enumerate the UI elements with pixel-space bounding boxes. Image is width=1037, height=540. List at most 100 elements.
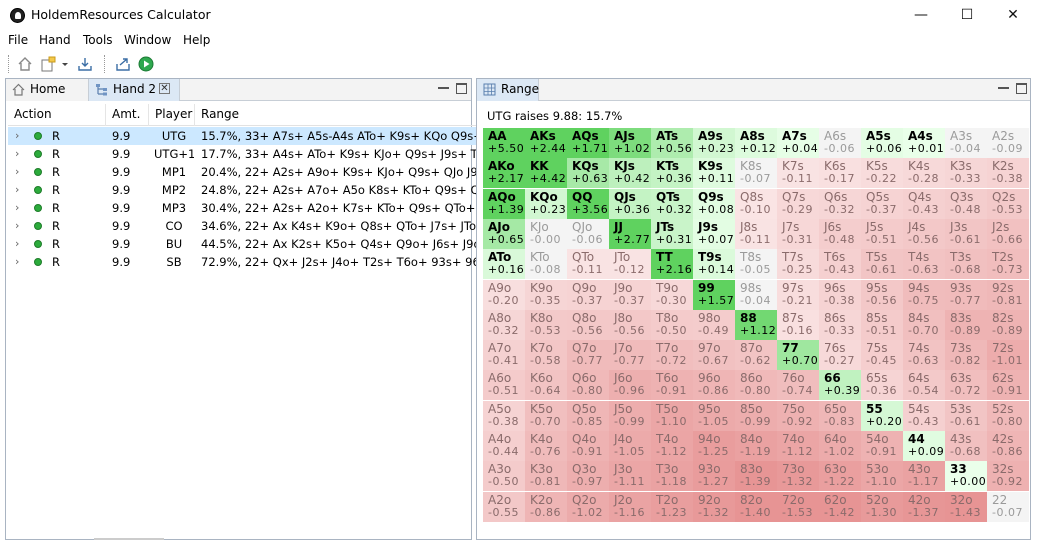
hand-cell[interactable]: 54o -0.91	[861, 431, 903, 461]
hand-cell[interactable]: 98o -0.49	[693, 309, 735, 340]
hand-cell[interactable]: Q9o -0.37	[567, 279, 609, 310]
hand-cell[interactable]: T4s -0.63	[903, 249, 945, 280]
hand-cell[interactable]: 33 +0.00	[945, 461, 987, 492]
hand-cell[interactable]: KTo -0.08	[525, 249, 567, 280]
hand-cell[interactable]: 53s -0.61	[945, 400, 987, 431]
hand-cell[interactable]: JTs +0.31	[651, 218, 693, 249]
column-player[interactable]: Player	[149, 104, 195, 126]
hand-cell[interactable]: KQs +0.63	[567, 158, 609, 189]
hand-cell[interactable]: A3s -0.04	[945, 128, 987, 158]
hand-cell[interactable]: J9o -0.37	[609, 279, 651, 310]
hand-cell[interactable]: QJo -0.06	[567, 218, 609, 249]
hand-cell[interactable]: J4o -1.05	[609, 431, 651, 461]
hand-cell[interactable]: 99 +1.57	[693, 279, 735, 310]
column-range[interactable]: Range	[195, 104, 476, 126]
hand-cell[interactable]: 85o -0.99	[735, 400, 777, 431]
hand-cell[interactable]: K5s -0.22	[861, 158, 903, 189]
hand-cell[interactable]: 62s -0.91	[987, 370, 1029, 401]
hand-cell[interactable]: A2o -0.55	[483, 491, 525, 522]
tab-range[interactable]: Range	[477, 79, 539, 101]
hand-cell[interactable]: 54s -0.43	[903, 400, 945, 431]
hand-cell[interactable]: J6s -0.48	[819, 218, 861, 249]
menu-tools[interactable]: Tools	[83, 33, 113, 47]
hand-cell[interactable]: 97o -0.67	[693, 340, 735, 371]
hand-cell[interactable]: 76s -0.27	[819, 340, 861, 371]
hand-cell[interactable]: A7s +0.04	[777, 128, 819, 158]
hand-cell[interactable]: A5o -0.38	[483, 400, 525, 431]
hand-cell[interactable]: 43o -1.17	[903, 461, 945, 492]
hand-cell[interactable]: T6s -0.43	[819, 249, 861, 280]
hand-cell[interactable]: 65s -0.36	[861, 370, 903, 401]
hand-cell[interactable]: 75s -0.45	[861, 340, 903, 371]
new-hand-icon[interactable]	[40, 56, 56, 72]
hand-cell[interactable]: 94s -0.75	[903, 279, 945, 310]
hand-cell[interactable]: 82s -0.89	[987, 309, 1029, 340]
hand-cell[interactable]: 64o -1.02	[819, 431, 861, 461]
hand-cell[interactable]: 72o -1.53	[777, 491, 819, 522]
table-row[interactable]: › R 9.9 UTG+1 17.7%, 33+ A4s+ ATo+ K9s+ KJo+…	[8, 145, 476, 163]
maximize-pane-icon[interactable]	[1016, 83, 1027, 94]
run-icon[interactable]	[138, 56, 154, 72]
hand-cell[interactable]: AA +5.50	[483, 128, 525, 158]
hand-cell[interactable]: 93s -0.77	[945, 279, 987, 310]
hand-cell[interactable]: 96o -0.86	[693, 370, 735, 401]
hand-cell[interactable]: Q2s -0.53	[987, 188, 1029, 219]
hand-cell[interactable]: T5s -0.61	[861, 249, 903, 280]
hand-cell[interactable]: J5o -0.99	[609, 400, 651, 431]
hand-cell[interactable]: 92s -0.81	[987, 279, 1029, 310]
hand-cell[interactable]: QTo -0.11	[567, 249, 609, 280]
hand-cell[interactable]: K2o -0.86	[525, 491, 567, 522]
hand-cell[interactable]: Q4s -0.43	[903, 188, 945, 219]
hand-cell[interactable]: T3s -0.68	[945, 249, 987, 280]
hand-cell[interactable]: J4s -0.56	[903, 218, 945, 249]
hand-cell[interactable]: A3o -0.50	[483, 461, 525, 492]
hand-cell[interactable]: 74s -0.63	[903, 340, 945, 371]
hand-cell[interactable]: T7s -0.25	[777, 249, 819, 280]
hand-cell[interactable]: KQo +0.23	[525, 188, 567, 219]
hand-cell[interactable]: 95o -1.05	[693, 400, 735, 431]
hand-cell[interactable]: Q5s -0.37	[861, 188, 903, 219]
tab-home[interactable]: Home	[6, 79, 88, 101]
hand-cell[interactable]: KJo -0.00	[525, 218, 567, 249]
hand-cell[interactable]: J6o -0.96	[609, 370, 651, 401]
menu-file[interactable]: File	[8, 33, 28, 47]
hand-cell[interactable]: AJo +0.65	[483, 218, 525, 249]
column-amt[interactable]: Amt.	[106, 104, 149, 126]
hand-cell[interactable]: J7o -0.77	[609, 340, 651, 371]
hand-cell[interactable]: Q7o -0.77	[567, 340, 609, 371]
hand-cell[interactable]: TT +2.16	[651, 249, 693, 280]
menu-hand[interactable]: Hand	[39, 33, 71, 47]
table-row[interactable]: › R 9.9 CO 34.6%, 22+ Ax K4s+ K9o+ Q8s+ QTo+…	[8, 217, 476, 235]
hand-cell[interactable]: 83s -0.89	[945, 309, 987, 340]
hand-cell[interactable]: 95s -0.56	[861, 279, 903, 310]
hand-cell[interactable]: 93o -1.27	[693, 461, 735, 492]
hand-cell[interactable]: JTo -0.12	[609, 249, 651, 280]
hand-cell[interactable]: K7s -0.11	[777, 158, 819, 189]
hand-cell[interactable]: JJ +2.77	[609, 218, 651, 249]
hand-cell[interactable]: ATo +0.16	[483, 249, 525, 280]
expand-chevron-icon[interactable]: ›	[15, 199, 25, 217]
hand-cell[interactable]: 73s -0.82	[945, 340, 987, 371]
hand-cell[interactable]: A4o -0.44	[483, 431, 525, 461]
tab-hand-2[interactable]: Hand 2 ✕	[88, 79, 180, 101]
hand-cell[interactable]: AQo +1.39	[483, 188, 525, 219]
hand-cell[interactable]: K4s -0.28	[903, 158, 945, 189]
hand-cell[interactable]: 62o -1.42	[819, 491, 861, 522]
hand-cell[interactable]: 73o -1.32	[777, 461, 819, 492]
hand-cell[interactable]: 64s -0.54	[903, 370, 945, 401]
column-action[interactable]: Action	[8, 104, 106, 126]
hand-cell[interactable]: J3o -1.11	[609, 461, 651, 492]
hand-cell[interactable]: A8s +0.12	[735, 128, 777, 158]
hand-cell[interactable]: A4s +0.01	[903, 128, 945, 158]
hand-cell[interactable]: 42s -0.86	[987, 431, 1029, 461]
hand-cell[interactable]: T5o -1.10	[651, 400, 693, 431]
dropdown-arrow-icon[interactable]	[60, 56, 70, 72]
hand-cell[interactable]: A9o -0.20	[483, 279, 525, 310]
hand-cell[interactable]: 87s -0.16	[777, 309, 819, 340]
hand-cell[interactable]: K7o -0.58	[525, 340, 567, 371]
hand-cell[interactable]: 96s -0.38	[819, 279, 861, 310]
hand-cell[interactable]: K6o -0.64	[525, 370, 567, 401]
table-row[interactable]: › R 9.9 MP1 20.4%, 22+ A2s+ A9o+ K9s+ KJo+ Q…	[8, 163, 476, 181]
hand-cell[interactable]: K9o -0.35	[525, 279, 567, 310]
hand-cell[interactable]: A5s +0.06	[861, 128, 903, 158]
